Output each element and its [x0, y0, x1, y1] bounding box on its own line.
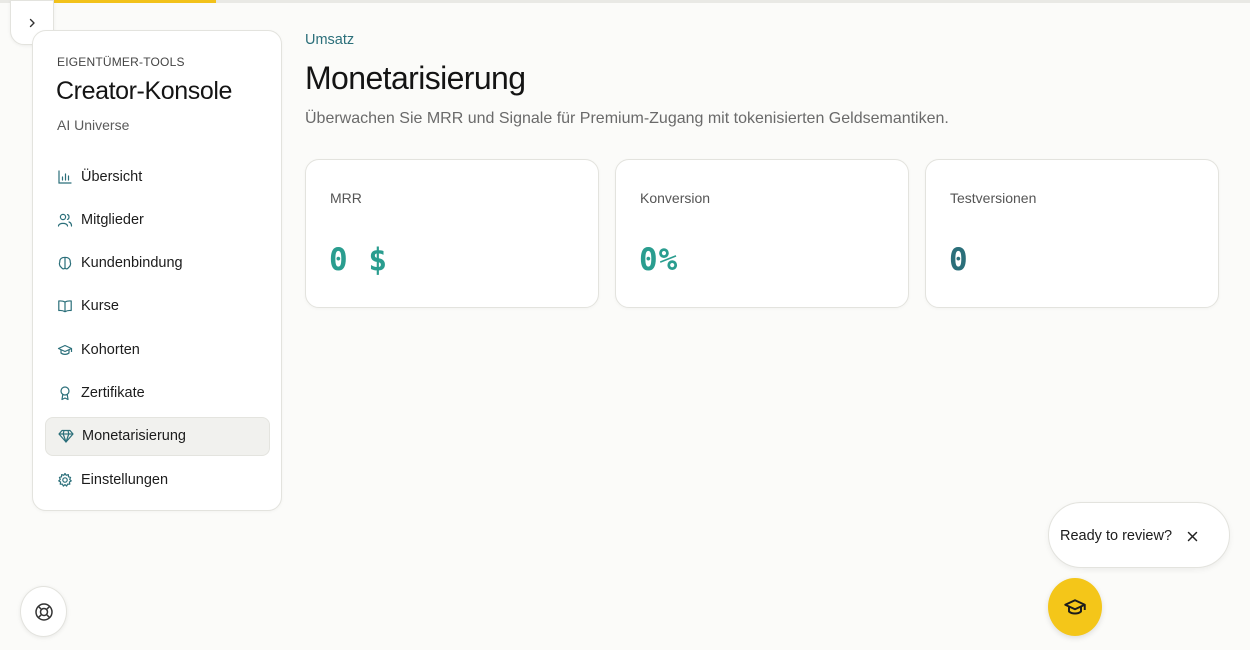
- close-icon: [1187, 531, 1197, 541]
- gear-icon: [58, 472, 72, 487]
- award-icon: [60, 386, 70, 401]
- sidebar-item-monetarisierung[interactable]: Monetarisierung: [45, 416, 270, 456]
- learning-fab-button[interactable]: [1048, 578, 1102, 636]
- book-open-icon: [58, 300, 72, 313]
- page-description: Überwachen Sie MRR und Signale für Premi…: [305, 110, 949, 127]
- sidebar-item-label: Kohorten: [81, 341, 140, 358]
- sidebar-item-mitglieder[interactable]: Mitglieder: [45, 200, 270, 239]
- metric-label: Testversionen: [950, 190, 1037, 206]
- bar-chart-icon: [58, 169, 72, 184]
- sidebar-item-label: Monetarisierung: [82, 428, 186, 445]
- sidebar-item-label: Mitglieder: [81, 211, 144, 228]
- breadcrumb[interactable]: Umsatz: [305, 32, 354, 48]
- sidebar-item-kurse[interactable]: Kurse: [45, 287, 270, 326]
- metric-value: 0: [949, 242, 969, 278]
- sidebar-title: Creator-Konsole: [56, 77, 233, 105]
- brain-icon: [58, 256, 72, 270]
- sidebar-item-einstellungen[interactable]: Einstellungen: [45, 460, 270, 499]
- sidebar-item-zertifikate[interactable]: Zertifikate: [45, 373, 270, 412]
- sidebar-item-label: Übersicht: [81, 168, 143, 185]
- metric-label: Konversion: [640, 190, 711, 206]
- lifebuoy-icon: [34, 602, 53, 621]
- sidebar-eyebrow: EIGENTÜMER-TOOLS: [57, 55, 185, 69]
- help-button[interactable]: [20, 586, 67, 637]
- graduation-cap-icon: [1064, 599, 1086, 615]
- sidebar: EIGENTÜMER-TOOLS Creator-Konsole AI Univ…: [32, 30, 282, 511]
- sidebar-item-kundenbindung[interactable]: Kundenbindung: [45, 244, 270, 283]
- chevron-right-icon: [29, 18, 35, 27]
- sidebar-item-label: Einstellungen: [81, 471, 169, 488]
- sidebar-item-uebersicht[interactable]: Übersicht: [45, 157, 270, 196]
- metric-label: MRR: [330, 190, 362, 206]
- metric-value: 0 $: [329, 242, 388, 278]
- sidebar-item-label: Kurse: [81, 298, 119, 315]
- sidebar-item-label: Kundenbindung: [81, 255, 183, 272]
- sidebar-item-label: Zertifikate: [81, 384, 145, 401]
- metric-card-konversion: Konversion 0%: [615, 159, 909, 308]
- sidebar-item-kohorten[interactable]: Kohorten: [45, 330, 270, 369]
- metric-value: 0%: [639, 242, 679, 278]
- graduation-cap-icon: [57, 344, 73, 355]
- metric-card-mrr: MRR 0 $: [305, 159, 599, 308]
- metric-card-testversionen: Testversionen 0: [925, 159, 1219, 308]
- page-title: Monetarisierung: [305, 60, 526, 96]
- review-prompt-text: Ready to review?: [1060, 528, 1173, 544]
- sidebar-subtitle: AI Universe: [57, 117, 130, 133]
- users-icon: [57, 213, 73, 227]
- sidebar-nav: Übersicht Mitglieder Kundenbindung Kurse…: [45, 157, 270, 503]
- review-prompt: Ready to review?: [1048, 502, 1230, 568]
- gem-icon: [58, 430, 74, 443]
- close-button[interactable]: [1185, 529, 1199, 543]
